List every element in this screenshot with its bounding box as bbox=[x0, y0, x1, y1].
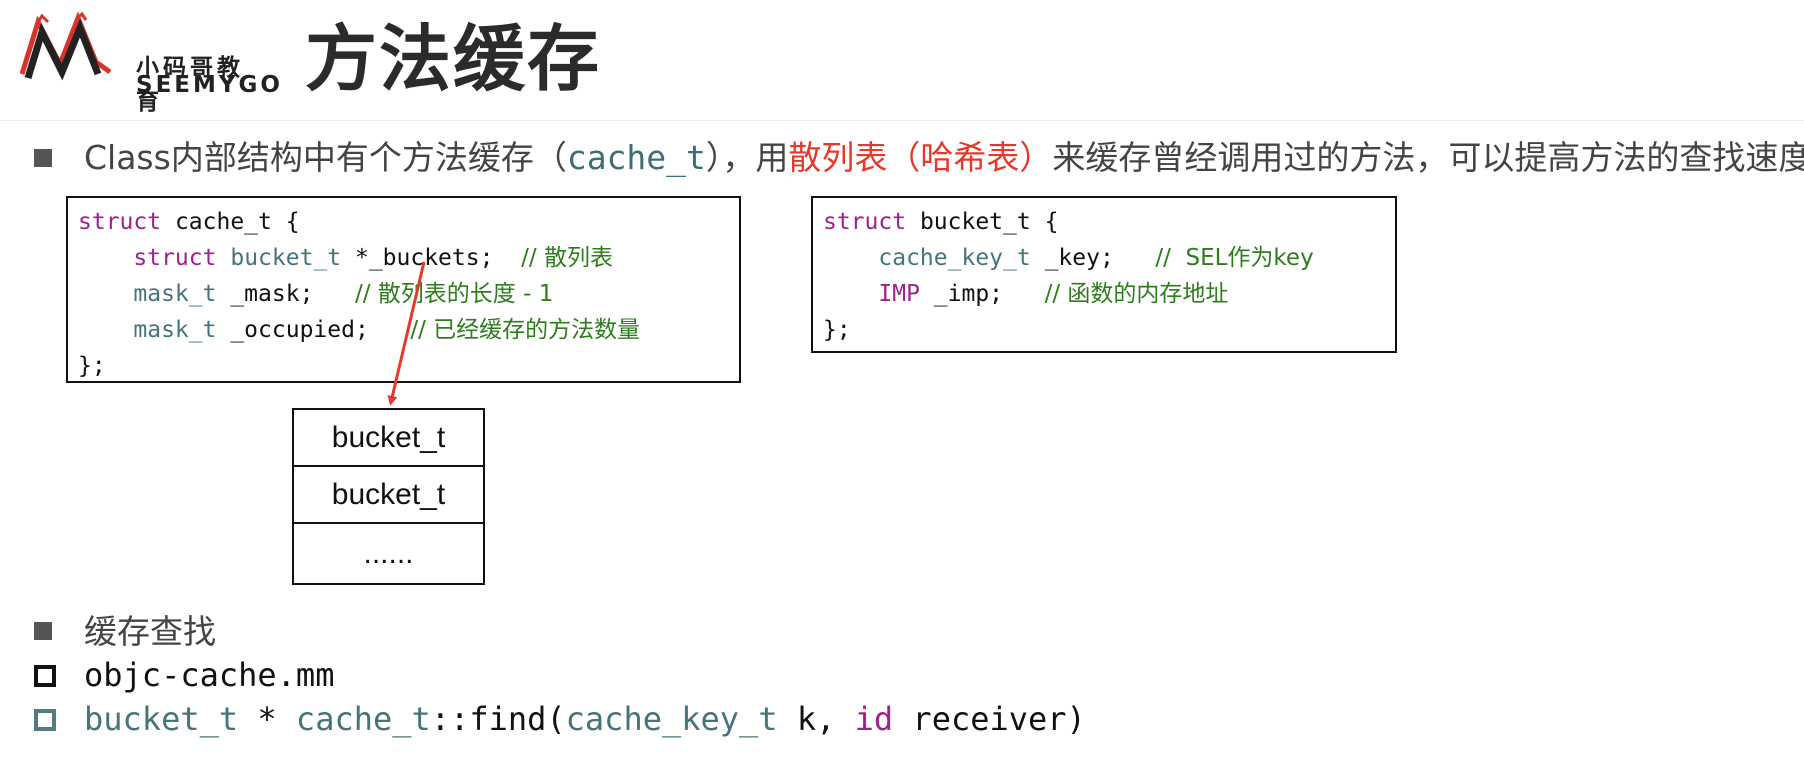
code-field: _occupied; bbox=[216, 317, 369, 343]
code-field: _key; bbox=[1030, 245, 1114, 271]
lookup-heading: 缓存查找 bbox=[84, 612, 216, 651]
code-text: }; bbox=[78, 353, 106, 379]
page-title: 方法缓存 bbox=[305, 17, 602, 101]
bucket-struct-box: struct bucket_t { cache_key_t _key; // S… bbox=[811, 196, 1397, 353]
logo-mark-icon bbox=[20, 12, 112, 81]
bucket-table-row: ...... bbox=[363, 536, 414, 570]
code-text: bucket_t { bbox=[906, 209, 1059, 235]
intro-code: cache_t bbox=[566, 138, 706, 177]
code-comment: // 散列表 bbox=[521, 245, 613, 271]
bucket-table-row: bucket_t bbox=[294, 467, 483, 524]
logo: 小码哥教育 SEEMYGO bbox=[20, 12, 280, 115]
intro-text: Class内部结构中有个方法缓存（cache_t），用散列表（哈希表）来缓存曾经… bbox=[84, 138, 1804, 178]
code-comment: // SEL作为key bbox=[1155, 245, 1314, 271]
code-type: bucket_t bbox=[230, 245, 342, 271]
bucket-struct-code: struct bucket_t { cache_key_t _key; // S… bbox=[823, 204, 1385, 348]
cache-struct-code: struct cache_t { struct bucket_t *_bucke… bbox=[78, 204, 729, 384]
lookup-file: objc-cache.mm bbox=[84, 656, 335, 694]
code-field: _mask; bbox=[216, 281, 314, 307]
code-keyword: struct bbox=[78, 209, 162, 235]
code-text: cache_t { bbox=[161, 209, 300, 235]
code-comment: // 已经缓存的方法数量 bbox=[410, 317, 641, 343]
code-type: cache_key_t bbox=[878, 245, 1031, 271]
code-type: mask_t bbox=[133, 281, 217, 307]
sig-type: bucket_t bbox=[84, 700, 239, 738]
sig-type: cache_key_t bbox=[565, 700, 778, 738]
sig-type: cache_t bbox=[295, 700, 431, 738]
sig-keyword: id bbox=[854, 700, 894, 738]
code-keyword: struct bbox=[823, 209, 907, 235]
code-type: mask_t bbox=[133, 317, 217, 343]
bucket-table-row: bucket_t bbox=[294, 410, 483, 467]
logo-text-en: SEEMYGO bbox=[136, 72, 283, 98]
sig-text: receiver) bbox=[893, 700, 1086, 738]
sig-text: ::find( bbox=[430, 700, 566, 738]
bullet-square bbox=[34, 622, 52, 640]
header: 小码哥教育 SEEMYGO 方法缓存 bbox=[0, 0, 1804, 121]
code-comment: // 散列表的长度 - 1 bbox=[354, 281, 554, 307]
bullet-open-square bbox=[34, 665, 56, 687]
sig-text: k, bbox=[777, 700, 855, 738]
lookup-signature: bucket_t * cache_t::find(cache_key_t k, … bbox=[84, 699, 1086, 739]
bullet-open-square bbox=[34, 709, 56, 731]
code-type: IMP bbox=[878, 281, 920, 307]
code-field: *_buckets; bbox=[341, 245, 494, 271]
bullet-square bbox=[34, 149, 52, 167]
intro-highlight: 散列表（哈希表） bbox=[788, 138, 1053, 177]
intro-prefix: Class内部结构中有个方法缓存（ bbox=[84, 138, 567, 177]
code-keyword: struct bbox=[133, 245, 217, 271]
intro-middle: ），用 bbox=[705, 138, 789, 177]
cache-struct-box: struct cache_t { struct bucket_t *_bucke… bbox=[66, 196, 741, 383]
code-field: _imp; bbox=[919, 281, 1004, 307]
intro-suffix: 来缓存曾经调用过的方法，可以提高方法的查找速度 bbox=[1052, 138, 1804, 177]
code-text: }; bbox=[823, 317, 851, 343]
code-comment: // 函数的内存地址 bbox=[1044, 281, 1229, 307]
sig-text: * bbox=[238, 700, 296, 738]
bucket-table: bucket_t bucket_t ...... bbox=[292, 408, 485, 585]
